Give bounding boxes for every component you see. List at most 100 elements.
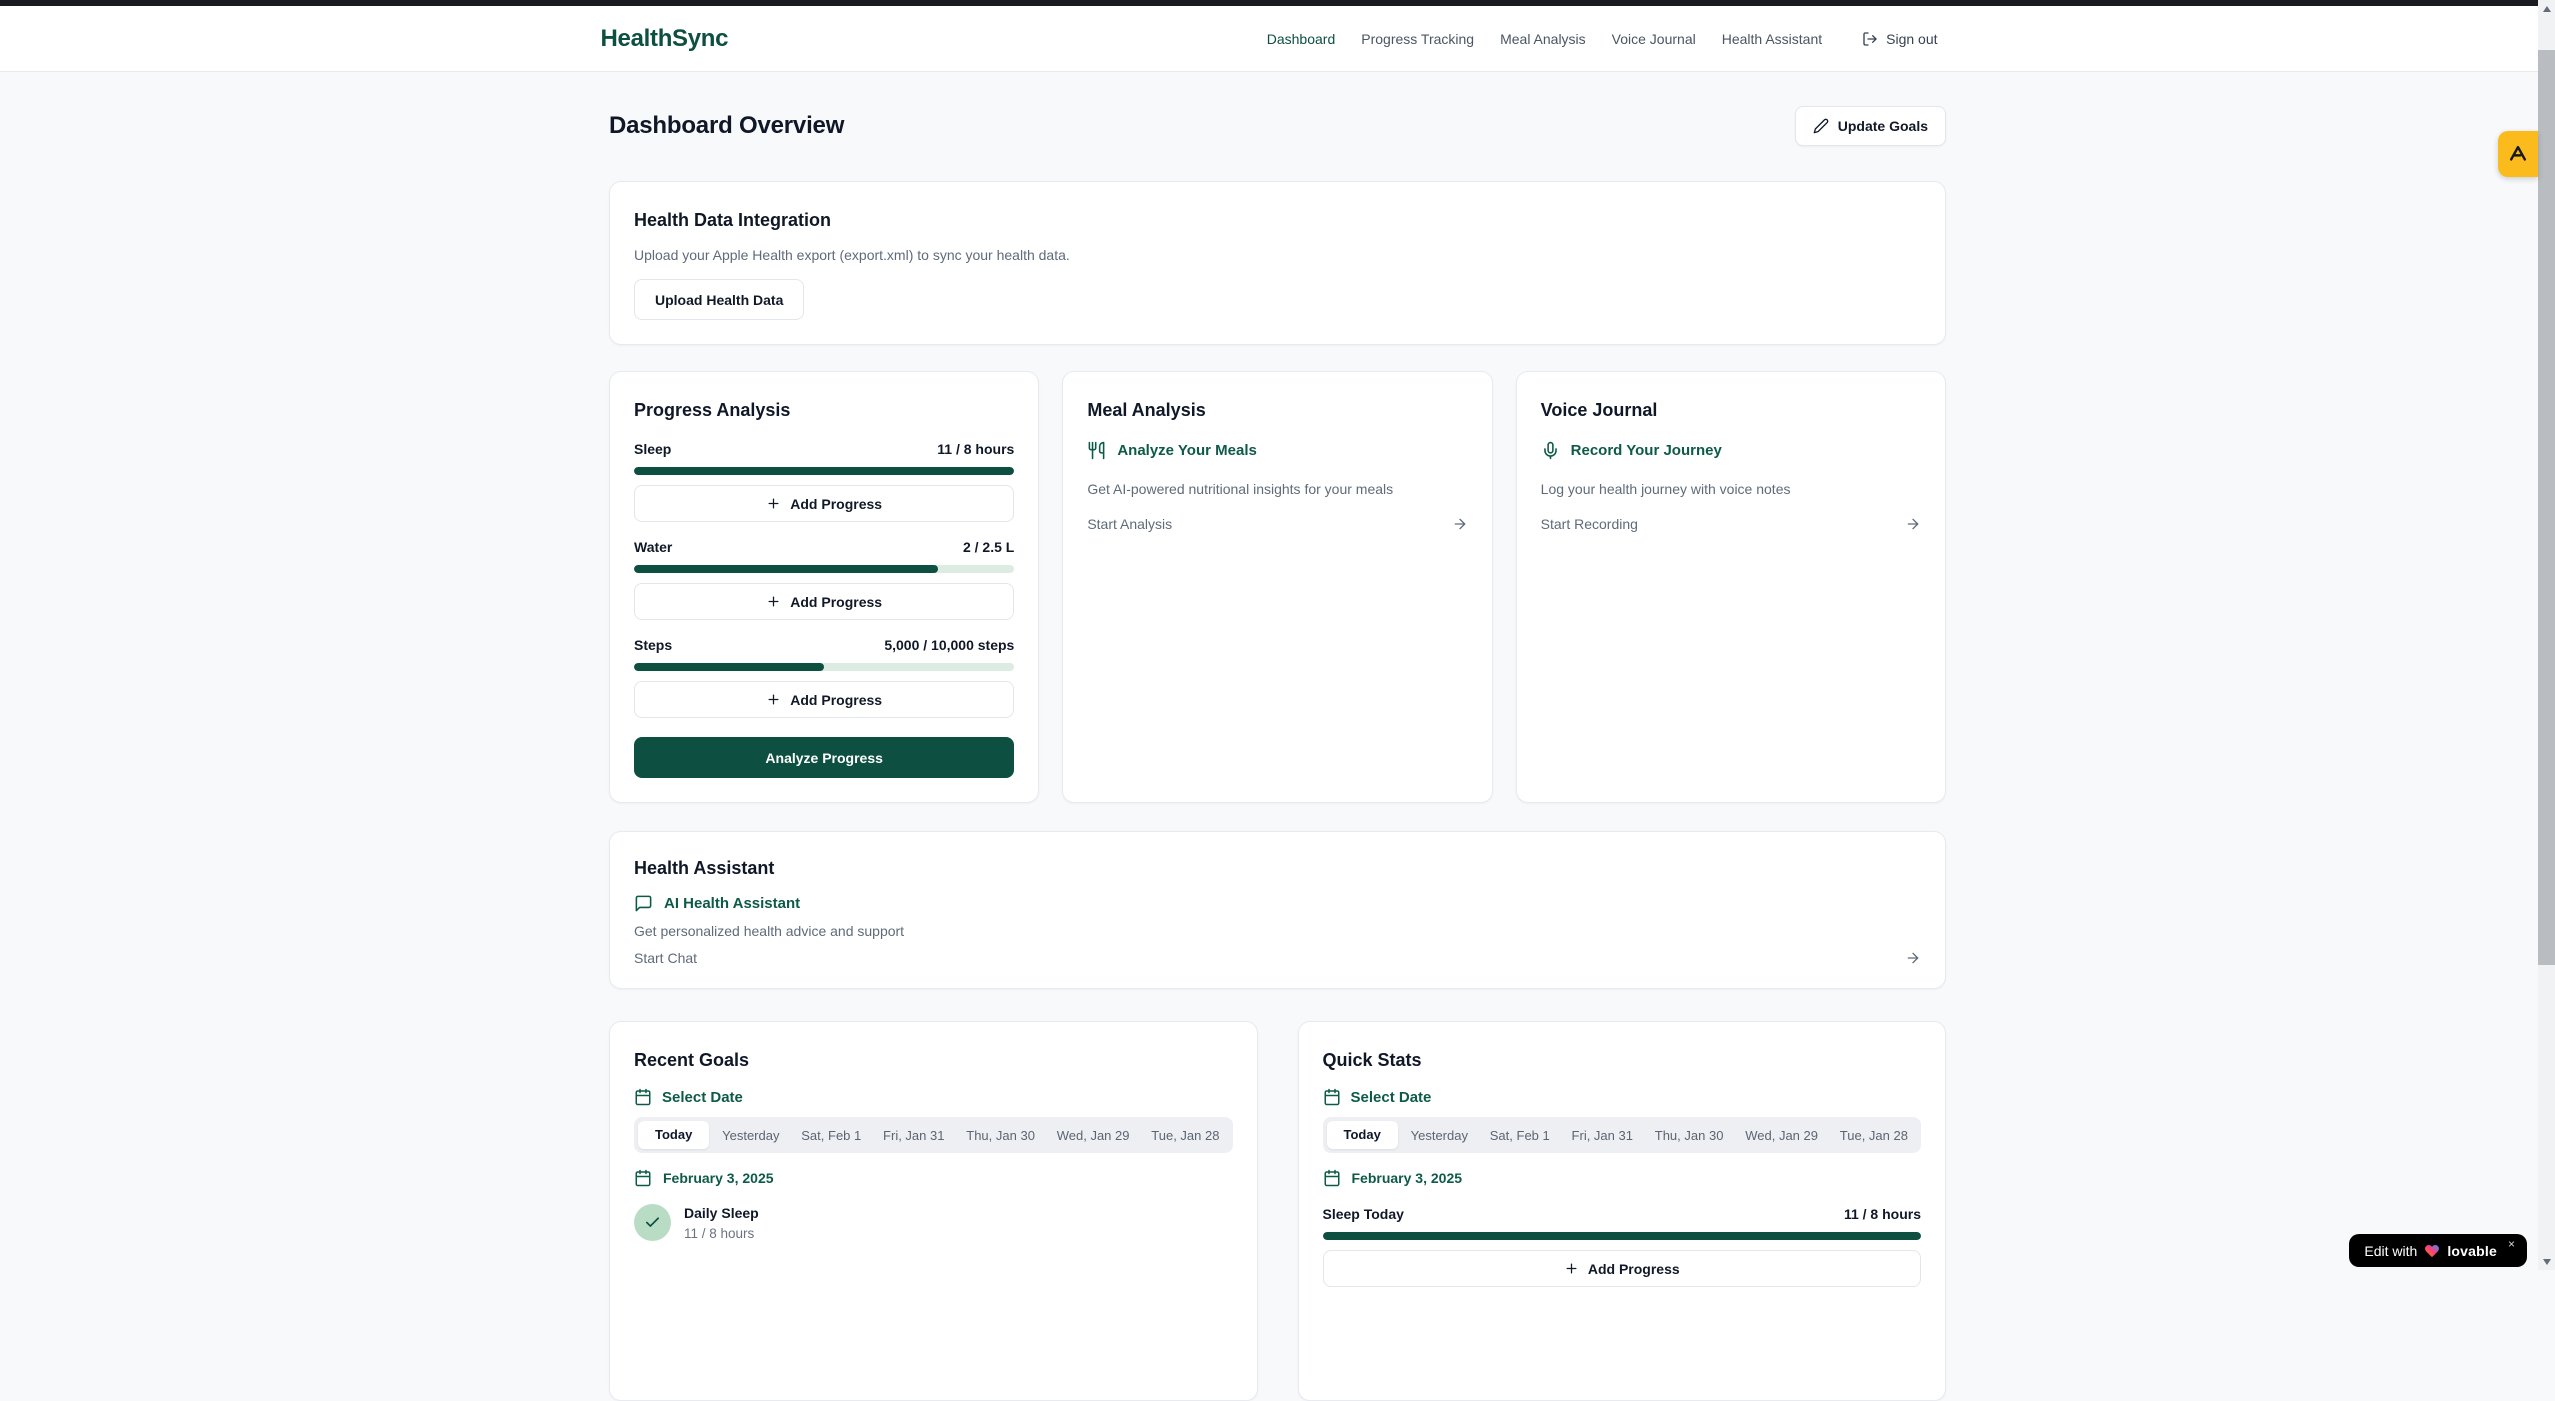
start-chat-label: Start Chat bbox=[634, 950, 697, 966]
stats-select-date-button[interactable]: Select Date bbox=[1323, 1088, 1922, 1106]
sign-out-label: Sign out bbox=[1886, 31, 1937, 47]
agent-badge-icon bbox=[2507, 143, 2529, 165]
goals-tab-today[interactable]: Today bbox=[638, 1121, 709, 1149]
plus-icon bbox=[1564, 1261, 1579, 1276]
meal-description: Get AI-powered nutritional insights for … bbox=[1087, 479, 1467, 499]
stats-tab-fri-jan-31[interactable]: Fri, Jan 31 bbox=[1563, 1128, 1642, 1143]
quick-stats-card: Quick Stats Select Date Today Yesterday … bbox=[1298, 1021, 1947, 1401]
steps-label: Steps bbox=[634, 635, 672, 655]
stats-tab-sat-feb-1[interactable]: Sat, Feb 1 bbox=[1481, 1128, 1559, 1143]
goals-select-date-button[interactable]: Select Date bbox=[634, 1088, 1233, 1106]
quick-stats-title: Quick Stats bbox=[1323, 1046, 1922, 1074]
ai-health-assistant-label: AI Health Assistant bbox=[664, 895, 800, 912]
stats-tab-today[interactable]: Today bbox=[1327, 1121, 1398, 1149]
page-title: Dashboard Overview bbox=[609, 112, 844, 140]
goals-tab-tue-jan-28[interactable]: Tue, Jan 28 bbox=[1142, 1128, 1228, 1143]
arrow-right-icon bbox=[1905, 516, 1921, 532]
nav-progress-tracking[interactable]: Progress Tracking bbox=[1361, 31, 1474, 47]
stats-date-tabs: Today Yesterday Sat, Feb 1 Fri, Jan 31 T… bbox=[1323, 1117, 1922, 1153]
start-recording-action[interactable]: Start Recording bbox=[1541, 516, 1921, 532]
triangle-down-icon bbox=[2543, 1259, 2551, 1265]
add-progress-label: Add Progress bbox=[1588, 1261, 1680, 1277]
stats-tab-thu-jan-30[interactable]: Thu, Jan 30 bbox=[1646, 1128, 1733, 1143]
start-analysis-action[interactable]: Start Analysis bbox=[1087, 516, 1467, 532]
sleep-label: Sleep bbox=[634, 439, 671, 459]
progress-analysis-card: Progress Analysis Sleep 11 / 8 hours Add… bbox=[609, 371, 1039, 803]
app-logo[interactable]: HealthSync bbox=[601, 25, 729, 53]
arrow-right-icon bbox=[1452, 516, 1468, 532]
calendar-icon bbox=[634, 1169, 652, 1187]
calendar-icon bbox=[1323, 1088, 1341, 1106]
stats-add-progress-button[interactable]: Add Progress bbox=[1323, 1250, 1922, 1287]
analyze-progress-button[interactable]: Analyze Progress bbox=[634, 737, 1014, 778]
water-value: 2 / 2.5 L bbox=[963, 537, 1014, 557]
logout-icon bbox=[1862, 31, 1878, 47]
steps-metric: Steps 5,000 / 10,000 steps Add Progress bbox=[634, 635, 1014, 718]
stats-selected-date[interactable]: February 3, 2025 bbox=[1323, 1169, 1922, 1187]
recent-goals-title: Recent Goals bbox=[634, 1046, 1233, 1074]
side-panel-badge[interactable] bbox=[2498, 131, 2538, 177]
microphone-icon bbox=[1541, 441, 1560, 460]
start-chat-action[interactable]: Start Chat bbox=[634, 950, 1921, 966]
water-add-progress-button[interactable]: Add Progress bbox=[634, 583, 1014, 620]
water-progress-bar bbox=[634, 565, 1014, 573]
analyze-your-meals-link[interactable]: Analyze Your Meals bbox=[1087, 441, 1467, 460]
steps-add-progress-button[interactable]: Add Progress bbox=[634, 681, 1014, 718]
stats-select-date-label: Select Date bbox=[1351, 1089, 1432, 1106]
record-your-journey-label: Record Your Journey bbox=[1571, 442, 1722, 459]
meal-title: Meal Analysis bbox=[1087, 396, 1467, 424]
scrollbar-thumb[interactable] bbox=[2538, 50, 2555, 965]
assistant-description: Get personalized health advice and suppo… bbox=[634, 921, 1921, 941]
integration-description: Upload your Apple Health export (export.… bbox=[634, 245, 1921, 265]
update-goals-button[interactable]: Update Goals bbox=[1795, 106, 1946, 146]
integration-title: Health Data Integration bbox=[634, 206, 1921, 234]
add-progress-label: Add Progress bbox=[790, 496, 882, 512]
nav-health-assistant[interactable]: Health Assistant bbox=[1722, 31, 1822, 47]
record-your-journey-link[interactable]: Record Your Journey bbox=[1541, 441, 1921, 460]
goals-selected-date[interactable]: February 3, 2025 bbox=[634, 1169, 1233, 1187]
ai-health-assistant-link[interactable]: AI Health Assistant bbox=[634, 894, 1921, 913]
plus-icon bbox=[766, 692, 781, 707]
edit-with-lovable-badge[interactable]: Edit with lovable × bbox=[2349, 1234, 2527, 1267]
goals-tab-thu-jan-30[interactable]: Thu, Jan 30 bbox=[957, 1128, 1044, 1143]
analyze-your-meals-label: Analyze Your Meals bbox=[1117, 442, 1257, 459]
upload-health-data-button[interactable]: Upload Health Data bbox=[634, 279, 804, 320]
heart-icon bbox=[2424, 1243, 2440, 1259]
scrollbar-down-button[interactable] bbox=[2538, 1253, 2555, 1270]
nav-dashboard[interactable]: Dashboard bbox=[1267, 31, 1336, 47]
sleep-value: 11 / 8 hours bbox=[937, 439, 1014, 459]
stats-selected-date-label: February 3, 2025 bbox=[1352, 1170, 1463, 1186]
goals-tab-yesterday[interactable]: Yesterday bbox=[713, 1128, 788, 1143]
stats-tab-wed-jan-29[interactable]: Wed, Jan 29 bbox=[1736, 1128, 1827, 1143]
start-recording-label: Start Recording bbox=[1541, 516, 1638, 532]
goals-selected-date-label: February 3, 2025 bbox=[663, 1170, 774, 1186]
sleep-progress-bar bbox=[634, 467, 1014, 475]
stats-tab-tue-jan-28[interactable]: Tue, Jan 28 bbox=[1831, 1128, 1917, 1143]
dashboard-page: Dashboard Overview Update Goals Health D… bbox=[609, 0, 1946, 1401]
voice-description: Log your health journey with voice notes bbox=[1541, 479, 1921, 499]
lovable-close-icon[interactable]: × bbox=[2508, 1237, 2515, 1251]
sleep-today-label: Sleep Today bbox=[1323, 1204, 1404, 1224]
utensils-icon bbox=[1087, 441, 1106, 460]
health-assistant-card: Health Assistant AI Health Assistant Get… bbox=[609, 831, 1946, 989]
nav-voice-journal[interactable]: Voice Journal bbox=[1612, 31, 1696, 47]
voice-title: Voice Journal bbox=[1541, 396, 1921, 424]
site-header: HealthSync Dashboard Progress Tracking M… bbox=[0, 6, 2538, 72]
stats-tab-yesterday[interactable]: Yesterday bbox=[1402, 1128, 1477, 1143]
vertical-scrollbar bbox=[2538, 0, 2555, 1270]
goals-select-date-label: Select Date bbox=[662, 1089, 743, 1106]
goal-value: 11 / 8 hours bbox=[684, 1226, 759, 1241]
sign-out-button[interactable]: Sign out bbox=[1862, 31, 1937, 47]
recent-goals-card: Recent Goals Select Date Today Yesterday… bbox=[609, 1021, 1258, 1401]
goals-tab-sat-feb-1[interactable]: Sat, Feb 1 bbox=[792, 1128, 870, 1143]
sleep-add-progress-button[interactable]: Add Progress bbox=[634, 485, 1014, 522]
goals-tab-fri-jan-31[interactable]: Fri, Jan 31 bbox=[874, 1128, 953, 1143]
add-progress-label: Add Progress bbox=[790, 594, 882, 610]
goals-tab-wed-jan-29[interactable]: Wed, Jan 29 bbox=[1048, 1128, 1139, 1143]
calendar-icon bbox=[1323, 1169, 1341, 1187]
meal-analysis-card: Meal Analysis Analyze Your Meals Get AI-… bbox=[1062, 371, 1492, 803]
goal-check-circle bbox=[634, 1204, 671, 1241]
scrollbar-up-button[interactable] bbox=[2538, 0, 2555, 17]
chat-bubble-icon bbox=[634, 894, 653, 913]
nav-meal-analysis[interactable]: Meal Analysis bbox=[1500, 31, 1586, 47]
